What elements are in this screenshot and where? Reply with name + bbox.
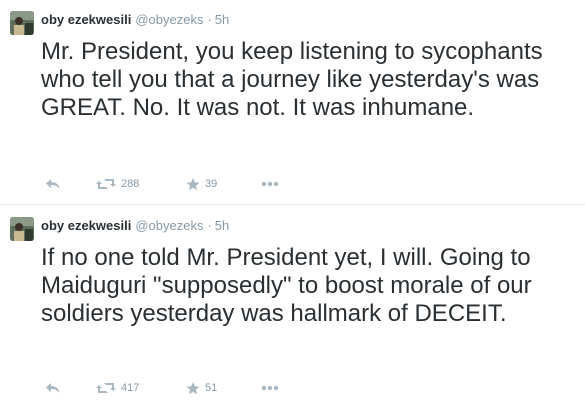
tweet-timestamp[interactable]: 5h: [215, 218, 229, 233]
more-options-button[interactable]: [261, 175, 279, 193]
reply-icon: [46, 179, 60, 189]
retweet-button[interactable]: 288: [96, 175, 139, 193]
retweet-icon: [96, 179, 116, 189]
favorite-button[interactable]: 39: [186, 175, 217, 193]
separator-dot: ·: [207, 218, 212, 233]
favorite-star-icon: [186, 381, 200, 394]
reply-button[interactable]: [45, 175, 61, 193]
retweet-icon: [96, 383, 116, 393]
retweet-count: 417: [121, 382, 140, 394]
retweet-count: 288: [121, 178, 140, 190]
avatar-image: [10, 11, 34, 35]
tweet-actions: 288 39: [41, 175, 341, 193]
retweet-button[interactable]: 417: [96, 379, 139, 397]
tweet[interactable]: oby ezekwesili @obyezeks · 5h Mr. President…: [0, 0, 585, 205]
tweet-actions: 417 51: [41, 379, 341, 397]
more-options-button[interactable]: [261, 379, 279, 397]
author-username[interactable]: @obyezeks: [135, 12, 203, 27]
more-dots-icon: [261, 385, 279, 391]
favorite-button[interactable]: 51: [186, 379, 217, 397]
author-username[interactable]: @obyezeks: [135, 218, 203, 233]
separator-dot: ·: [207, 12, 212, 27]
avatar[interactable]: [10, 11, 34, 35]
reply-button[interactable]: [45, 379, 61, 397]
tweet-timestamp[interactable]: 5h: [215, 12, 229, 27]
more-dots-icon: [261, 181, 279, 187]
tweet-text: If no one told Mr. President yet, I will…: [41, 244, 532, 327]
tweet[interactable]: oby ezekwesili @obyezeks · 5h If no one tol…: [0, 206, 585, 415]
favorite-count: 51: [205, 382, 218, 394]
author-fullname[interactable]: oby ezekwesili: [41, 12, 131, 27]
avatar-image: [10, 217, 34, 241]
favorite-count: 39: [205, 178, 218, 190]
tweet-header: oby ezekwesili @obyezeks · 5h: [41, 12, 229, 28]
tweet-header: oby ezekwesili @obyezeks · 5h: [41, 218, 229, 234]
favorite-star-icon: [186, 177, 200, 190]
tweet-text: Mr. President, you keep listening to syc…: [41, 38, 543, 121]
author-fullname[interactable]: oby ezekwesili: [41, 218, 131, 233]
avatar[interactable]: [10, 217, 34, 241]
reply-icon: [46, 383, 60, 393]
